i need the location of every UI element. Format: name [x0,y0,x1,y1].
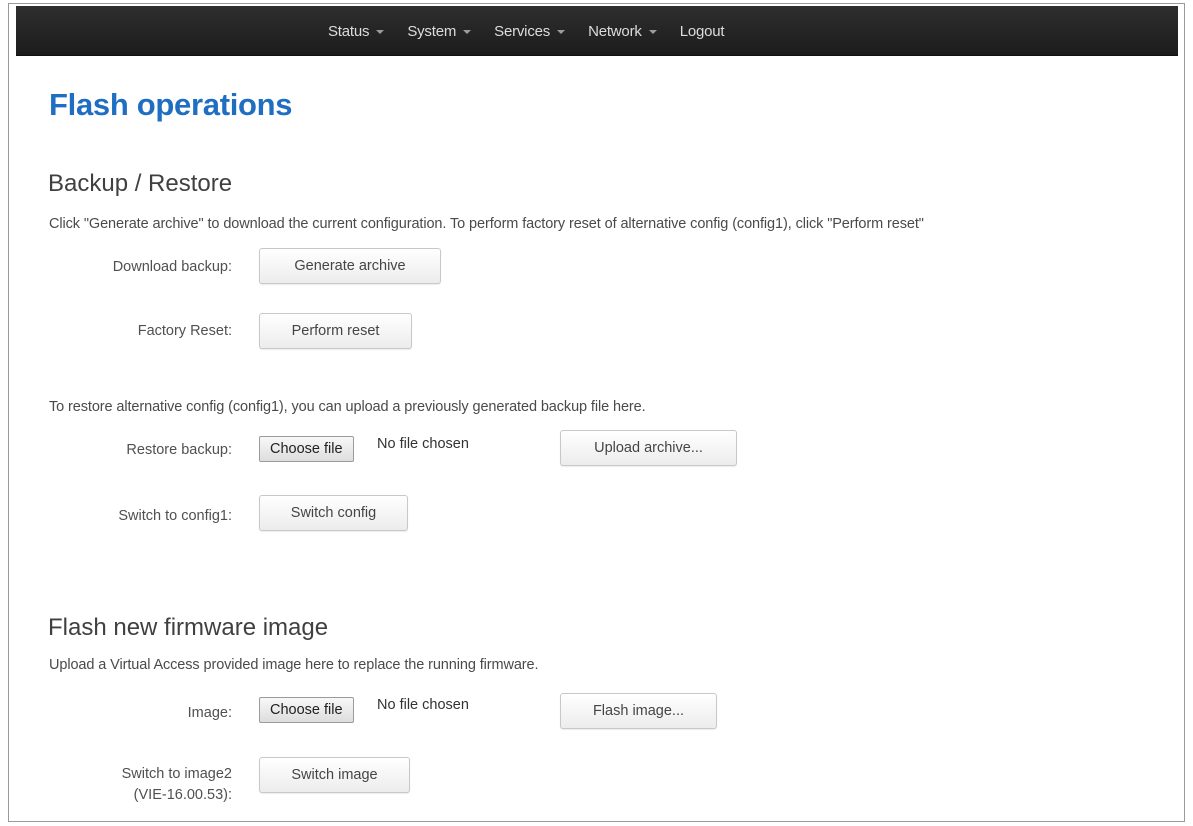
restore-file-status: No file chosen [377,436,469,452]
chevron-down-icon [557,30,566,34]
firmware-section-title: Flash new firmware image [48,614,329,641]
image-label: Image: [187,705,232,721]
switch-image-button[interactable]: Switch image [259,757,410,793]
backup-description: Click "Generate archive" to download the… [49,216,924,232]
nav-network[interactable]: Network [588,23,657,40]
generate-archive-button[interactable]: Generate archive [259,248,441,284]
firmware-description: Upload a Virtual Access provided image h… [49,657,539,673]
page-title: Flash operations [49,87,293,122]
switch-image-label: Switch to image2 (VIE-16.00.53): [48,764,232,806]
switch-image-label-line1: Switch to image2 [121,766,232,782]
nav-services-label: Services [494,22,551,40]
image-file-status: No file chosen [377,697,469,713]
restore-description: To restore alternative config (config1),… [49,399,646,415]
upload-archive-button[interactable]: Upload archive... [560,430,737,466]
nav-system[interactable]: System [407,22,472,40]
flash-image-button[interactable]: Flash image... [560,693,717,729]
nav-status-label: Status [328,22,370,40]
nav-logout[interactable]: Logout [680,23,725,40]
backup-section-title: Backup / Restore [48,170,233,197]
restore-backup-label: Restore backup: [126,442,232,458]
switch-config-button[interactable]: Switch config [259,495,408,531]
perform-reset-button[interactable]: Perform reset [259,313,412,349]
restore-choose-file-button[interactable]: Choose file [259,436,354,462]
image-choose-file-button[interactable]: Choose file [259,697,354,723]
chevron-down-icon [376,30,385,34]
download-backup-label: Download backup: [112,259,232,275]
nav-system-label: System [407,22,457,40]
nav-status[interactable]: Status [328,22,385,40]
nav-network-label: Network [588,22,642,40]
switch-config-label: Switch to config1: [118,508,232,524]
nav-menu: Status System Services Network Logout [328,6,747,56]
switch-image-label-line2: (VIE-16.00.53): [133,787,232,803]
nav-logout-label: Logout [679,22,725,40]
nav-services[interactable]: Services [494,22,566,40]
chevron-down-icon [648,30,657,34]
factory-reset-label: Factory Reset: [137,323,232,339]
chevron-down-icon [463,30,472,34]
top-navbar: Status System Services Network Logout [16,6,1178,56]
